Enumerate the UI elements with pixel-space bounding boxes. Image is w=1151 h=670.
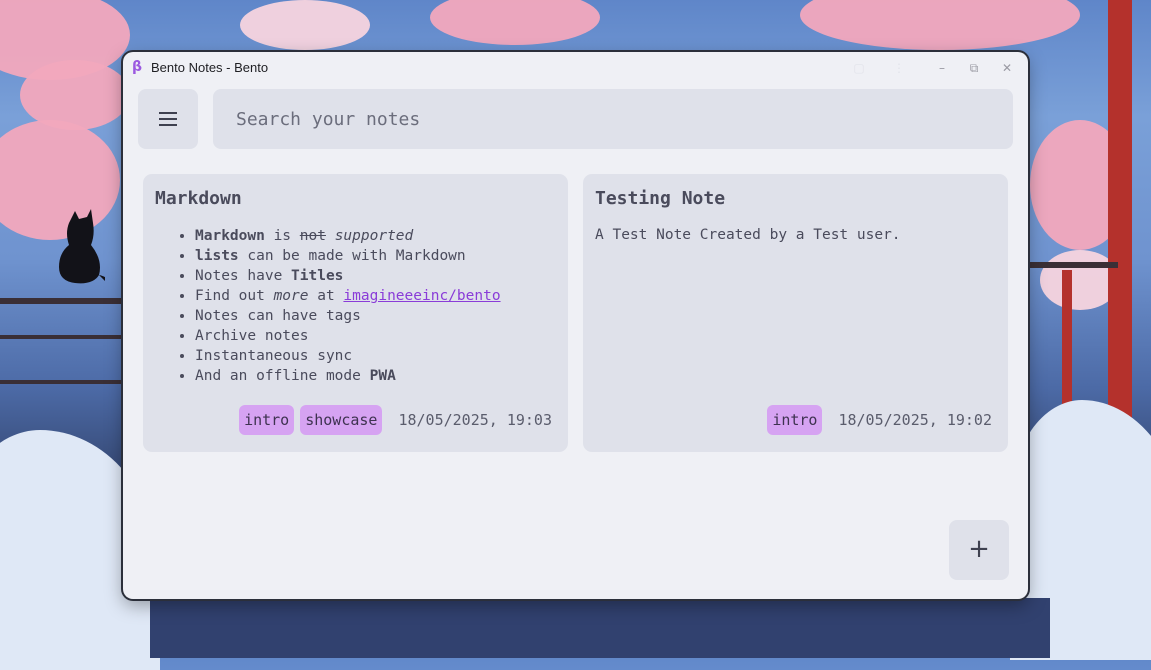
railing [0, 335, 130, 339]
note-title: Markdown [155, 188, 242, 209]
list-item: Notes can have tags [195, 306, 501, 326]
pillar [1062, 270, 1072, 420]
note-footer: intro 18/05/2025, 19:02 [767, 405, 992, 435]
list-item: Find out more at imagineeeinc/bento [195, 286, 501, 306]
list-item: And an offline mode PWA [195, 366, 501, 386]
repo-link[interactable]: imagineeeinc/bento [343, 288, 500, 304]
railing [0, 380, 130, 384]
list-item: Instantaneous sync [195, 346, 501, 366]
search-input[interactable] [213, 89, 1013, 149]
note-title: Testing Note [595, 188, 726, 209]
list-item: Notes have Titles [195, 266, 501, 286]
tag-intro[interactable]: intro [767, 405, 823, 435]
maximize-icon[interactable]: ⧉ [966, 60, 982, 76]
window-title: Bento Notes - Bento [151, 60, 269, 75]
cloud [240, 0, 370, 50]
note-card[interactable]: Markdown Markdown is not supported lists… [143, 174, 568, 452]
tag-showcase[interactable]: showcase [300, 405, 383, 435]
add-note-button[interactable]: + [949, 520, 1009, 580]
snow [150, 598, 1050, 658]
railing [1028, 262, 1118, 268]
list-item: Markdown is not supported [195, 226, 501, 246]
close-icon[interactable]: ✕ [999, 60, 1015, 76]
minimize-icon[interactable]: – [934, 60, 950, 76]
cloud [800, 0, 1080, 50]
menu-button[interactable] [138, 89, 198, 149]
cloud [430, 0, 600, 45]
pillar [1108, 0, 1132, 430]
bento-logo-icon: β [132, 59, 143, 75]
blank-icon: ▢ [853, 61, 865, 75]
hamburger-icon [159, 112, 177, 114]
railing [0, 298, 130, 304]
title-bar[interactable]: β Bento Notes - Bento ▢ ⋮ – ⧉ ✕ [123, 52, 1028, 84]
note-footer: intro showcase 18/05/2025, 19:03 [239, 405, 552, 435]
note-card[interactable]: Testing Note A Test Note Created by a Te… [583, 174, 1008, 452]
more-icon: ⋮ [893, 61, 905, 75]
plus-icon: + [968, 534, 990, 564]
list-item: lists can be made with Markdown [195, 246, 501, 266]
cat-silhouette [59, 209, 105, 284]
hamburger-icon [159, 124, 177, 126]
cloud [20, 60, 130, 130]
note-list: Markdown is not supported lists can be m… [155, 226, 501, 386]
tag-intro[interactable]: intro [239, 405, 295, 435]
list-item: Archive notes [195, 326, 501, 346]
note-date: 18/05/2025, 19:02 [838, 411, 992, 429]
app-window: β Bento Notes - Bento ▢ ⋮ – ⧉ ✕ Markdown… [123, 52, 1028, 599]
note-date: 18/05/2025, 19:03 [398, 411, 552, 429]
hamburger-icon [159, 118, 177, 120]
note-body: A Test Note Created by a Test user. [595, 227, 901, 243]
